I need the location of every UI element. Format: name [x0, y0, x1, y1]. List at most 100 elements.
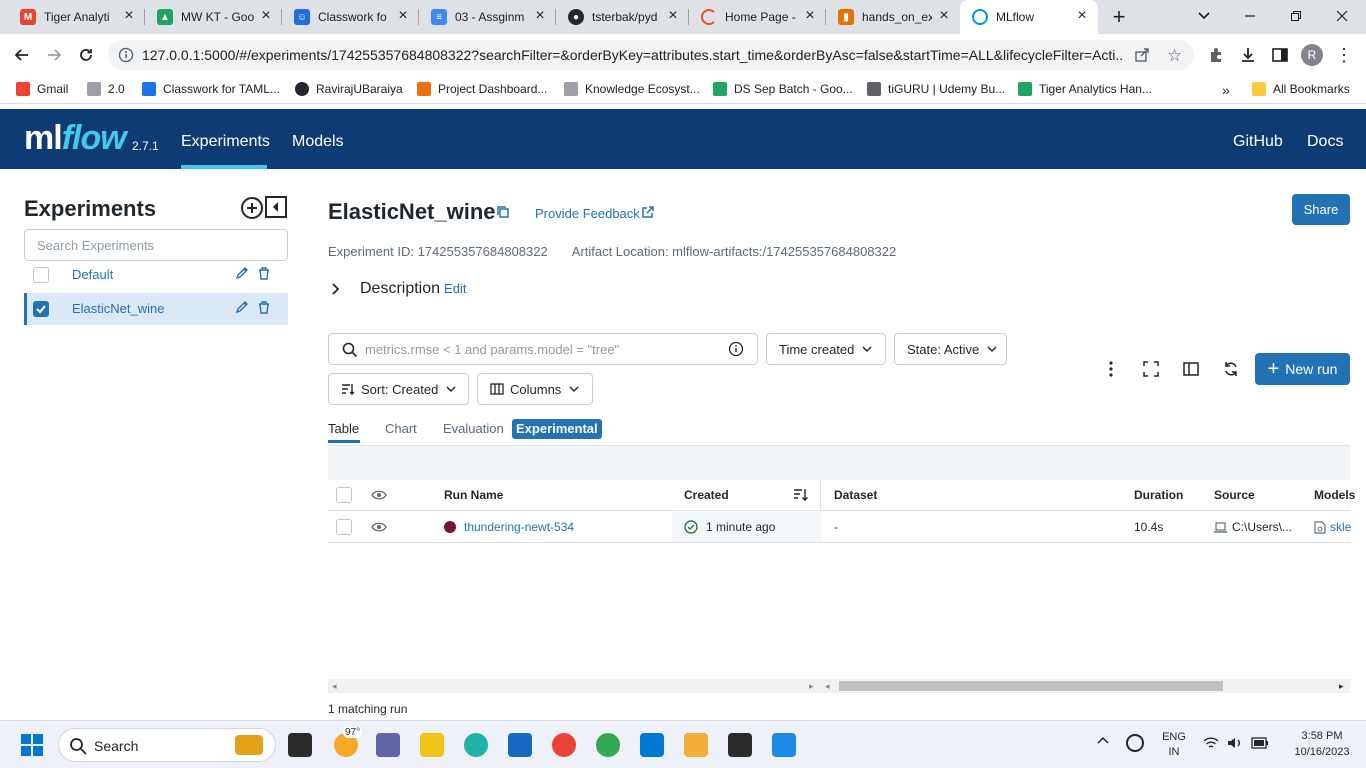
extensions-icon[interactable] — [1204, 43, 1228, 67]
refresh-icon[interactable] — [1219, 357, 1243, 381]
share-button[interactable]: Share — [1292, 194, 1350, 225]
close-tab-icon[interactable]: × — [258, 8, 274, 25]
tab-experimental[interactable]: Experimental — [512, 419, 602, 439]
browser-menu-icon[interactable]: ⋮ — [1332, 43, 1356, 67]
collapse-sidebar-icon[interactable] — [265, 196, 287, 218]
share-page-icon[interactable] — [1134, 47, 1150, 63]
windows-start-icon[interactable] — [20, 733, 44, 757]
experiment-item-elasticnet-wine[interactable]: ElasticNet_wine — [24, 293, 288, 325]
close-window-icon[interactable] — [1330, 4, 1354, 28]
run-search-box[interactable] — [328, 333, 758, 365]
back-icon[interactable] — [10, 43, 34, 67]
nav-experiments[interactable]: Experiments — [181, 133, 270, 151]
all-bookmarks[interactable]: All Bookmarks — [1252, 82, 1350, 96]
app-icon[interactable] — [684, 733, 708, 757]
time-created-dropdown[interactable]: Time created — [766, 333, 886, 365]
col-created[interactable]: Created — [684, 488, 729, 502]
address-bar[interactable]: 127.0.0.1:5000/#/experiments/17425535768… — [108, 40, 1194, 70]
close-tab-icon[interactable]: × — [532, 8, 548, 25]
experiment-label[interactable]: Default — [72, 267, 113, 282]
horizontal-scrollbar[interactable]: ◂ ▸ ◂ ▸ — [328, 679, 1350, 693]
restore-window-icon[interactable] — [1284, 4, 1308, 28]
scrollbar-thumb[interactable] — [839, 681, 1223, 691]
run-name-link[interactable]: thundering-newt-534 — [464, 520, 574, 534]
col-models[interactable]: Models — [1314, 488, 1355, 502]
columns-dropdown[interactable]: Columns — [477, 373, 593, 405]
bookmark-item[interactable]: Knowledge Ecosyst... — [564, 82, 700, 96]
browser-tab-active[interactable]: MLflow × — [960, 0, 1098, 34]
browser-tab[interactable]: M Tiger Analyti × — [8, 0, 145, 34]
nav-github[interactable]: GitHub — [1233, 133, 1283, 151]
experiment-item-default[interactable]: Default — [24, 259, 288, 291]
scroll-left-arrow-icon[interactable]: ◂ — [825, 681, 830, 692]
browser-tab[interactable]: ▲ MW KT - Goo × — [145, 0, 282, 34]
terminal-icon[interactable] — [728, 733, 752, 757]
vscode-icon[interactable] — [640, 733, 664, 757]
fullscreen-icon[interactable] — [1139, 357, 1163, 381]
wifi-icon[interactable] — [1203, 736, 1219, 750]
delete-trash-icon[interactable] — [258, 301, 270, 314]
new-run-button[interactable]: + New run — [1255, 353, 1350, 385]
copy-icon[interactable] — [496, 205, 510, 219]
language-label[interactable]: ENG — [1160, 731, 1188, 743]
toggle-panel-icon[interactable] — [1179, 357, 1203, 381]
close-tab-icon[interactable]: × — [121, 8, 137, 25]
bookmark-item[interactable]: Project Dashboard... — [417, 82, 547, 96]
tab-evaluation[interactable]: Evaluation — [443, 421, 504, 436]
edge-icon[interactable] — [464, 733, 488, 757]
bookmark-item[interactable]: RavirajUBaraiya — [295, 82, 403, 96]
provide-feedback-link[interactable]: Provide Feedback — [535, 206, 640, 221]
side-panel-icon[interactable] — [1268, 43, 1292, 67]
sort-descending-icon[interactable] — [793, 487, 809, 503]
bookmark-item[interactable]: Tiger Analytics Han... — [1018, 82, 1152, 96]
experiment-label[interactable]: ElasticNet_wine — [72, 301, 165, 316]
edit-pencil-icon[interactable] — [235, 300, 249, 314]
file-explorer-icon[interactable] — [420, 733, 444, 757]
more-bookmarks-icon[interactable]: » — [1222, 82, 1230, 98]
bookmark-item[interactable]: DS Sep Batch - Goo... — [713, 82, 853, 96]
edit-pencil-icon[interactable] — [235, 266, 249, 280]
browser-tab[interactable]: Home Page - × — [689, 0, 826, 34]
scroll-right-arrow-icon[interactable]: ▸ — [1339, 681, 1344, 692]
bookmark-star-icon[interactable]: ☆ — [1167, 46, 1182, 66]
download-icon[interactable] — [1236, 43, 1260, 67]
experiment-checkbox[interactable] — [33, 267, 49, 283]
eye-icon[interactable] — [371, 488, 387, 502]
col-run-name[interactable]: Run Name — [444, 488, 503, 502]
model-link[interactable]: skle — [1330, 520, 1351, 534]
sync-icon[interactable] — [1126, 734, 1144, 752]
minimize-window-icon[interactable] — [1238, 4, 1262, 28]
reload-icon[interactable] — [74, 43, 98, 67]
chrome-icon[interactable] — [552, 733, 576, 757]
close-tab-icon[interactable]: × — [665, 8, 681, 25]
select-all-checkbox[interactable] — [336, 487, 352, 503]
col-dataset[interactable]: Dataset — [834, 488, 877, 502]
close-tab-icon[interactable]: × — [936, 8, 952, 25]
region-label[interactable]: IN — [1160, 746, 1188, 758]
battery-icon[interactable] — [1251, 737, 1269, 749]
browser-tab[interactable]: ▮ hands_on_ex × — [826, 0, 960, 34]
col-source[interactable]: Source — [1214, 488, 1255, 502]
store-icon[interactable] — [508, 733, 532, 757]
nav-models[interactable]: Models — [292, 133, 344, 151]
url-text[interactable]: 127.0.0.1:5000/#/experiments/17425535768… — [142, 47, 1122, 63]
forward-icon[interactable] — [42, 43, 66, 67]
volume-icon[interactable] — [1227, 736, 1243, 750]
sort-dropdown[interactable]: Sort: Created — [328, 373, 469, 405]
info-icon[interactable] — [728, 341, 744, 357]
close-tab-icon[interactable]: × — [802, 8, 818, 25]
experiment-checkbox-checked[interactable] — [33, 301, 49, 317]
close-tab-icon[interactable]: × — [395, 8, 411, 25]
chevron-right-icon[interactable] — [330, 283, 360, 295]
source-value[interactable]: C:\Users\... — [1232, 520, 1292, 534]
bookmark-item[interactable]: Classwork for TAML... — [142, 82, 280, 96]
row-checkbox[interactable] — [336, 519, 352, 535]
tab-search-chevron-icon[interactable] — [1192, 4, 1216, 28]
scroll-right-arrow-icon[interactable]: ▸ — [809, 681, 814, 692]
delete-trash-icon[interactable] — [258, 267, 270, 280]
eye-icon[interactable] — [371, 520, 387, 534]
col-duration[interactable]: Duration — [1134, 488, 1183, 502]
add-experiment-icon[interactable] — [240, 196, 264, 220]
tab-chart[interactable]: Chart — [385, 421, 417, 436]
state-filter-dropdown[interactable]: State: Active — [894, 333, 1007, 365]
